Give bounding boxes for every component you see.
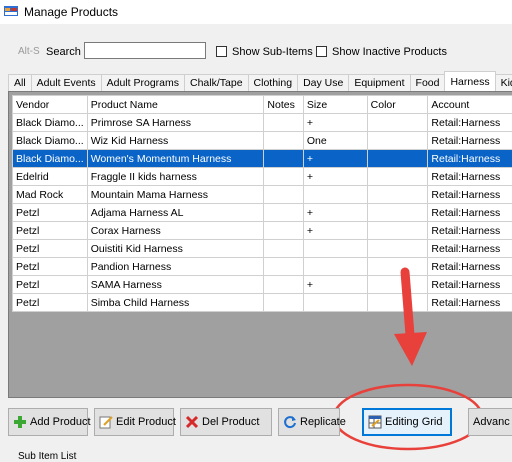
- replicate-label: Replicate: [300, 416, 346, 428]
- replicate-button[interactable]: Replicate: [278, 408, 340, 436]
- edit-icon: [99, 415, 113, 429]
- edit-product-label: Edit Product: [116, 416, 176, 428]
- add-product-button[interactable]: Add Product: [8, 408, 88, 436]
- edit-product-button[interactable]: Edit Product: [94, 408, 174, 436]
- sub-item-list-label: Sub Item List: [18, 451, 76, 462]
- del-product-label: Del Product: [202, 416, 259, 428]
- annotation-overlay: [0, 0, 512, 461]
- advanced-label: Advanc: [473, 416, 510, 428]
- grid-icon: [368, 415, 382, 429]
- tab-harness[interactable]: Harness: [444, 71, 495, 91]
- del-product-button[interactable]: Del Product: [180, 408, 272, 436]
- advanced-button[interactable]: Advanc: [468, 408, 512, 436]
- button-bar: Add Product Edit Product Del Product Rep…: [0, 408, 512, 436]
- delete-icon: [185, 415, 199, 429]
- add-product-label: Add Product: [30, 416, 91, 428]
- editing-grid-button[interactable]: Editing Grid: [362, 408, 452, 436]
- editing-grid-label: Editing Grid: [385, 416, 442, 428]
- annotation-arrow-icon: [394, 272, 427, 366]
- add-icon: [13, 415, 27, 429]
- replicate-icon: [283, 415, 297, 429]
